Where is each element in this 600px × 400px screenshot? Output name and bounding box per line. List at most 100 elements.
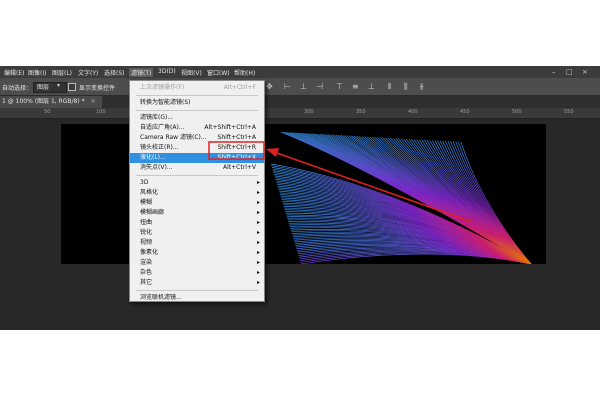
distribute-right-icon[interactable]: ⫵ <box>420 82 424 92</box>
ruler-tick: 300 <box>304 109 314 115</box>
submenu-arrow-icon: ▸ <box>256 209 260 216</box>
document-tab-bar: 1 @ 100% (图层 1, RGB/8) * × <box>0 96 600 108</box>
auto-select-label: 自动选择： <box>2 85 33 92</box>
menu-filter[interactable]: 滤镜(T) <box>129 68 154 77</box>
menu-separator <box>136 175 258 176</box>
move-tool-icon[interactable]: ✥ <box>266 82 273 91</box>
menu-item-label: 杂色 <box>140 269 153 276</box>
menu-item-label: Camera Raw 滤镜(C)... <box>140 134 207 141</box>
close-window-icon[interactable]: × <box>582 68 588 76</box>
submenu-arrow-icon: ▸ <box>256 229 260 236</box>
menu-item-shortcut: Shift+Ctrl+R <box>217 144 256 151</box>
filter-menu: 上次滤镜操作(F) Alt+Ctrl+F 转换为智能滤镜(S) 滤镜库(G)... 自适… <box>129 80 265 302</box>
menu-item[interactable]: 消失点(V)... Alt+Ctrl+V <box>130 163 264 173</box>
align-right-icon[interactable]: ⊣ <box>316 82 323 91</box>
feather-strands <box>270 131 532 264</box>
distribute-center-icon[interactable]: ⫼ <box>404 82 408 92</box>
menu-separator <box>136 95 258 96</box>
menu-item[interactable]: 模糊 ▸ <box>130 198 264 208</box>
chevron-down-icon: ▾ <box>57 82 61 89</box>
show-transform-checkbox[interactable] <box>68 83 76 91</box>
menu-item[interactable]: 锐化 ▸ <box>130 228 264 238</box>
submenu-arrow-icon: ▸ <box>256 219 260 226</box>
minimize-icon[interactable]: – <box>552 68 556 76</box>
options-bar: 自动选择： 图层 ▾ 显示变换控件 ✥ ⊢ ⊥ ⊣ ⊤ ≡ ⊥ ⫴ ⫼ ⫵ <box>0 78 600 96</box>
distribute-middle-icon[interactable]: ≡ <box>352 82 359 91</box>
menu-item-shortcut: Alt+Ctrl+F <box>223 84 256 91</box>
menu-item[interactable]: 视频 ▸ <box>130 238 264 248</box>
menu-item[interactable]: 转换为智能滤镜(S) <box>130 98 264 108</box>
submenu-arrow-icon: ▸ <box>256 269 260 276</box>
menu-item[interactable]: 3D ▸ <box>130 178 264 188</box>
menu-item[interactable]: 其它 ▸ <box>130 278 264 288</box>
distribute-bottom-icon[interactable]: ⊥ <box>368 82 375 91</box>
menu-item-label: 扭曲 <box>140 219 153 226</box>
menu-item[interactable]: 模糊画廊 ▸ <box>130 208 264 218</box>
menu-item-label: 其它 <box>140 279 153 286</box>
menu-item[interactable]: 镜头校正(R)... Shift+Ctrl+R <box>130 143 264 153</box>
ruler-tick: 100 <box>96 109 106 115</box>
align-left-icon[interactable]: ⊢ <box>284 82 291 91</box>
menu-item[interactable]: 杂色 ▸ <box>130 268 264 278</box>
menu-item-label: 视频 <box>140 239 153 246</box>
menu-bar: 编辑(E) 图像(I) 图层(L) 文字(Y) 选择(S) 滤镜(T) 3D(D… <box>0 66 600 78</box>
menu-layer[interactable]: 图层(L) <box>52 68 72 77</box>
ruler-tick: 400 <box>408 109 418 115</box>
menu-item-label: 转换为智能滤镜(S) <box>140 99 191 106</box>
menu-item-shortcut: Alt+Shift+Ctrl+A <box>204 124 256 131</box>
menu-item[interactable]: 像素化 ▸ <box>130 248 264 258</box>
align-center-icon[interactable]: ⊥ <box>300 82 307 91</box>
distribute-left-icon[interactable]: ⫴ <box>388 82 391 92</box>
menu-item-label: 滤镜库(G)... <box>140 114 174 121</box>
submenu-arrow-icon: ▸ <box>256 179 260 186</box>
distribute-top-icon[interactable]: ⊤ <box>336 82 343 91</box>
menu-item[interactable]: 上次滤镜操作(F) Alt+Ctrl+F <box>130 83 264 93</box>
document-tab[interactable]: 1 @ 100% (图层 1, RGB/8) * × <box>0 96 102 108</box>
menu-item-label: 自适应广角(A)... <box>140 124 185 131</box>
menu-item[interactable]: 自适应广角(A)... Alt+Shift+Ctrl+A <box>130 123 264 133</box>
layer-select[interactable]: 图层 <box>33 82 67 93</box>
menu-item-label: 风格化 <box>140 189 159 196</box>
menu-window[interactable]: 窗口(W) <box>207 68 230 77</box>
menu-separator <box>136 290 258 291</box>
menu-edit[interactable]: 编辑(E) <box>4 68 24 77</box>
submenu-arrow-icon: ▸ <box>256 239 260 246</box>
ruler-tick: 450 <box>460 109 470 115</box>
ruler-tick: 550 <box>564 109 574 115</box>
menu-item[interactable]: 浏览联机滤镜... <box>130 293 264 303</box>
menu-item[interactable]: Camera Raw 滤镜(C)... Shift+Ctrl+A <box>130 133 264 143</box>
show-transform-label: 显示变换控件 <box>79 85 116 92</box>
submenu-arrow-icon: ▸ <box>256 189 260 196</box>
menu-image[interactable]: 图像(I) <box>28 68 46 77</box>
menu-item[interactable]: 滤镜库(G)... <box>130 113 264 123</box>
menu-item-label: 3D <box>140 179 149 186</box>
menu-item-liquify[interactable]: 液化(L)... Shift+Ctrl+X <box>130 153 264 163</box>
horizontal-ruler: 50 100 150 200 250 300 350 400 450 500 5… <box>0 108 600 119</box>
menu-item[interactable]: 渲染 ▸ <box>130 258 264 268</box>
menu-item-shortcut: Shift+Ctrl+X <box>217 154 256 161</box>
menu-item-label: 锐化 <box>140 229 153 236</box>
document-tab-title: 1 @ 100% (图层 1, RGB/8) * <box>2 98 85 105</box>
menu-type[interactable]: 文字(Y) <box>78 68 98 77</box>
menu-select[interactable]: 选择(S) <box>104 68 125 77</box>
maximize-icon[interactable]: □ <box>566 68 573 76</box>
menu-item[interactable]: 风格化 ▸ <box>130 188 264 198</box>
menu-view[interactable]: 视图(V) <box>181 68 202 77</box>
submenu-arrow-icon: ▸ <box>256 249 260 256</box>
menu-item-label: 像素化 <box>140 249 159 256</box>
menu-item-label: 消失点(V)... <box>140 164 173 171</box>
menu-item-label: 浏览联机滤镜... <box>140 294 182 301</box>
menu-item-shortcut: Shift+Ctrl+A <box>217 134 256 141</box>
layer-select-value: 图层 <box>37 84 50 91</box>
menu-3d[interactable]: 3D(D) <box>158 68 176 75</box>
submenu-arrow-icon: ▸ <box>256 199 260 206</box>
menu-item[interactable]: 扭曲 ▸ <box>130 218 264 228</box>
close-icon[interactable]: × <box>91 98 96 105</box>
submenu-arrow-icon: ▸ <box>256 259 260 266</box>
menu-item-label: 液化(L)... <box>140 154 166 161</box>
submenu-arrow-icon: ▸ <box>256 279 260 286</box>
menu-help[interactable]: 帮助(H) <box>234 68 255 77</box>
menu-separator <box>136 110 258 111</box>
menu-item-label: 模糊画廊 <box>140 209 165 216</box>
ruler-tick: 50 <box>44 109 51 115</box>
